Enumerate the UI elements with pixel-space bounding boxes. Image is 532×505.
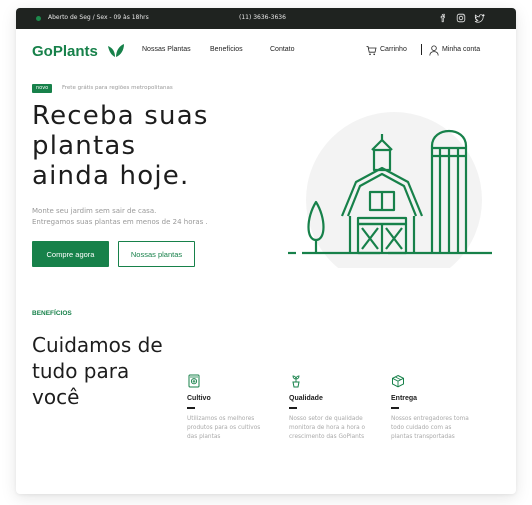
our-plants-button[interactable]: Nossas plantas (118, 241, 195, 267)
benefit-description-line: produtos para os cultivos (187, 424, 261, 431)
benefit-description-line: Utilizamos os melhores (187, 415, 255, 422)
hero-title-line: ainda hoje. (32, 161, 190, 191)
leaf-logo-icon (108, 44, 124, 57)
benefit-description-line: das plantas (187, 433, 221, 440)
instagram-icon[interactable] (455, 12, 467, 24)
nav-link-plants[interactable]: Nossas Plantas (142, 46, 191, 53)
benefit-description-line: Nossos entregadores toma (391, 415, 469, 422)
hero-subtitle-line: Entregamos suas plantas em menos de 24 h… (32, 218, 208, 226)
benefit-card-qualidade: Qualidade Nosso setor de qualidade monit… (289, 374, 389, 442)
benefit-description-line: plantas transportadas (391, 433, 455, 440)
benefit-description: Nosso setor de qualidade monitora de hor… (289, 415, 389, 442)
phone-number: (11) 3636-3636 (239, 14, 286, 21)
benefit-card-entrega: Entrega Nossos entregadores toma todo cu… (391, 374, 491, 442)
benefit-title: Cultivo (187, 395, 211, 402)
hero-title: Receba suas plantas ainda hoje. (32, 101, 252, 191)
hero-title-line: Receba suas (32, 101, 209, 131)
browser-page: Aberto de Seg / Sex - 09 às 18hrs (11) 3… (16, 8, 516, 494)
benefits-kicker: BENEFÍCIOS (32, 310, 72, 317)
seed-packet-icon (188, 374, 200, 388)
package-icon (392, 374, 404, 388)
benefits-title-line: Cuidamos de (32, 333, 163, 357)
top-info-bar: Aberto de Seg / Sex - 09 às 18hrs (11) 3… (16, 8, 516, 29)
new-badge: novo (32, 84, 53, 93)
potted-plant-icon (292, 375, 300, 388)
shipping-note: Frete grátis para regiões metropolitanas (62, 85, 173, 91)
account-link[interactable]: Minha conta (442, 46, 480, 53)
opening-hours: Aberto de Seg / Sex - 09 às 18hrs (48, 14, 149, 21)
benefit-title: Entrega (391, 395, 418, 402)
hero-title-line: plantas (32, 131, 137, 161)
benefits-title-line: você (32, 385, 80, 409)
nav-link-benefits[interactable]: Benefícios (210, 46, 243, 53)
benefit-underline (187, 407, 195, 409)
benefit-description: Utilizamos os melhores produtos para os … (187, 415, 287, 442)
user-icon[interactable] (429, 45, 439, 56)
status-dot (36, 16, 41, 21)
benefit-description: Nossos entregadores toma todo cuidado co… (391, 415, 491, 442)
facebook-icon[interactable] (437, 12, 449, 24)
barn-illustration (288, 112, 492, 268)
twitter-icon[interactable] (474, 12, 486, 24)
cart-link[interactable]: Carrinho (380, 46, 407, 53)
nav-divider (421, 44, 422, 55)
benefit-description-line: monitora de hora a hora o (289, 424, 366, 431)
benefit-underline (391, 407, 399, 409)
hero-subtitle: Monte seu jardim sem sair de casa. Entre… (32, 206, 272, 228)
benefit-card-cultivo: Cultivo Utilizamos os melhores produtos … (187, 374, 287, 442)
benefit-title: Qualidade (289, 395, 323, 402)
benefit-description-line: crescimento das GoPlants (289, 433, 365, 440)
benefits-title: Cuidamos de tudo para você (32, 332, 192, 410)
benefit-description-line: todo cuidado com as (391, 424, 452, 431)
buy-now-button[interactable]: Compre agora (32, 241, 109, 267)
hero-subtitle-line: Monte seu jardim sem sair de casa. (32, 207, 157, 215)
benefit-description-line: Nosso setor de qualidade (289, 415, 363, 422)
benefits-title-line: tudo para (32, 359, 130, 383)
benefit-underline (289, 407, 297, 409)
nav-link-contact[interactable]: Contato (270, 46, 295, 53)
logo-text[interactable]: GoPlants (32, 43, 98, 60)
cart-icon[interactable] (366, 45, 377, 56)
